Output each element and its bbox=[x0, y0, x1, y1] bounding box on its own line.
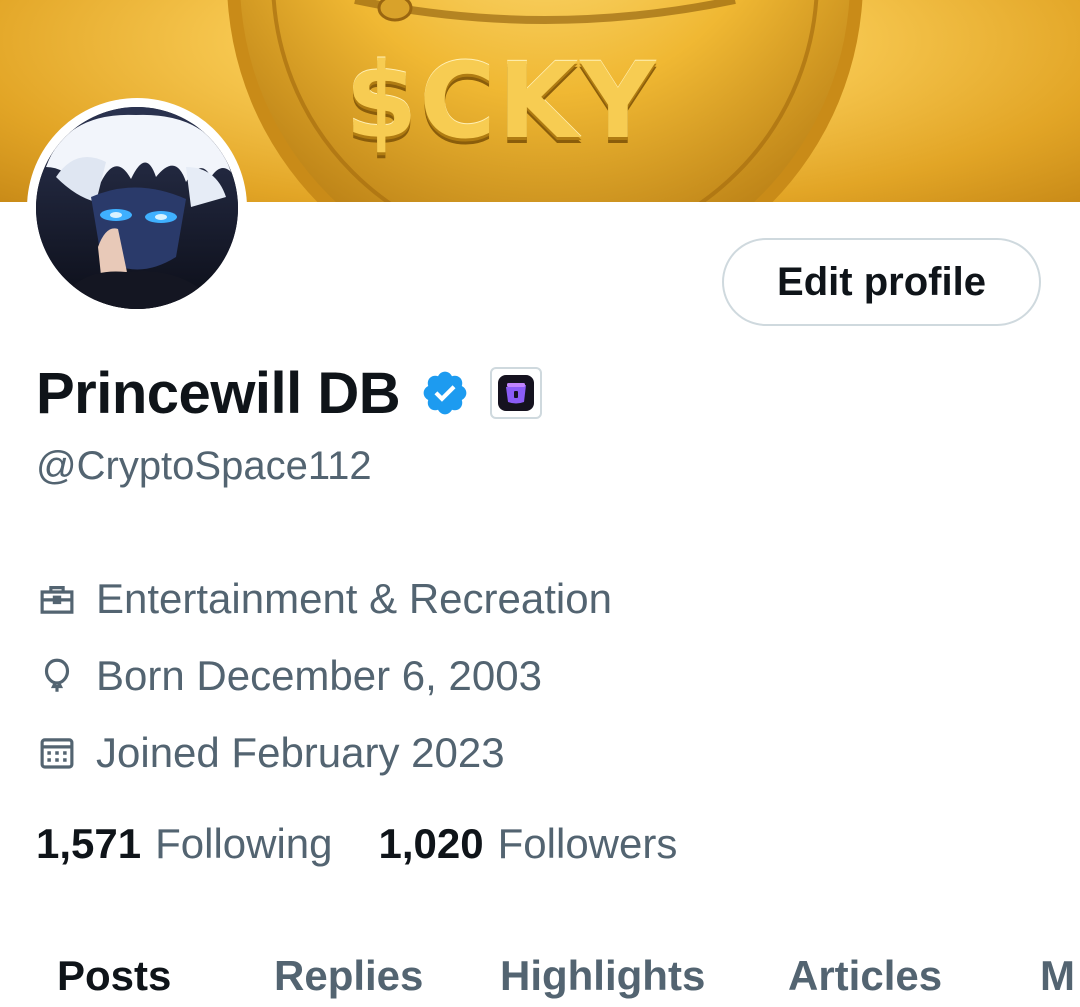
profile-handle: @CryptoSpace112 bbox=[36, 444, 372, 488]
following-label[interactable]: Following bbox=[155, 820, 332, 868]
avatar[interactable] bbox=[36, 107, 238, 309]
tab-articles[interactable]: Articles bbox=[788, 952, 942, 1000]
affiliate-badge-icon[interactable] bbox=[490, 367, 543, 419]
verified-badge-icon[interactable] bbox=[420, 368, 470, 418]
category-text[interactable]: Entertainment & Recreation bbox=[96, 575, 612, 623]
avatar-anime-character-image bbox=[36, 107, 238, 309]
joined-row: Joined February 2023 bbox=[36, 728, 505, 778]
followers-count[interactable]: 1,020 bbox=[379, 820, 484, 868]
balloon-icon bbox=[44, 658, 70, 692]
profile-tabs: Posts Replies Highlights Articles M bbox=[0, 948, 1080, 1007]
birthday-row: Born December 6, 2003 bbox=[36, 651, 542, 701]
calendar-icon bbox=[40, 738, 74, 769]
tab-media[interactable]: M bbox=[1040, 952, 1075, 1000]
affiliate-logo-icon bbox=[498, 375, 535, 411]
edit-profile-button[interactable]: Edit profile bbox=[722, 238, 1041, 326]
joined-text: Joined February 2023 bbox=[96, 729, 505, 776]
banner-coin-text: $CKY bbox=[345, 40, 658, 162]
birthday-text: Born December 6, 2003 bbox=[96, 652, 542, 699]
following-count[interactable]: 1,571 bbox=[36, 820, 141, 868]
name-row: Princewill DB bbox=[36, 358, 543, 428]
display-name: Princewill DB bbox=[36, 360, 401, 426]
tab-replies[interactable]: Replies bbox=[274, 952, 423, 1000]
followers-label[interactable]: Followers bbox=[498, 820, 678, 868]
tab-highlights[interactable]: Highlights bbox=[500, 952, 705, 1000]
tab-posts[interactable]: Posts bbox=[57, 952, 171, 1000]
category-row: Entertainment & Recreation bbox=[36, 574, 612, 624]
briefcase-icon bbox=[40, 586, 74, 614]
follow-stats: 1,571 Following 1,020 Followers bbox=[36, 818, 723, 870]
